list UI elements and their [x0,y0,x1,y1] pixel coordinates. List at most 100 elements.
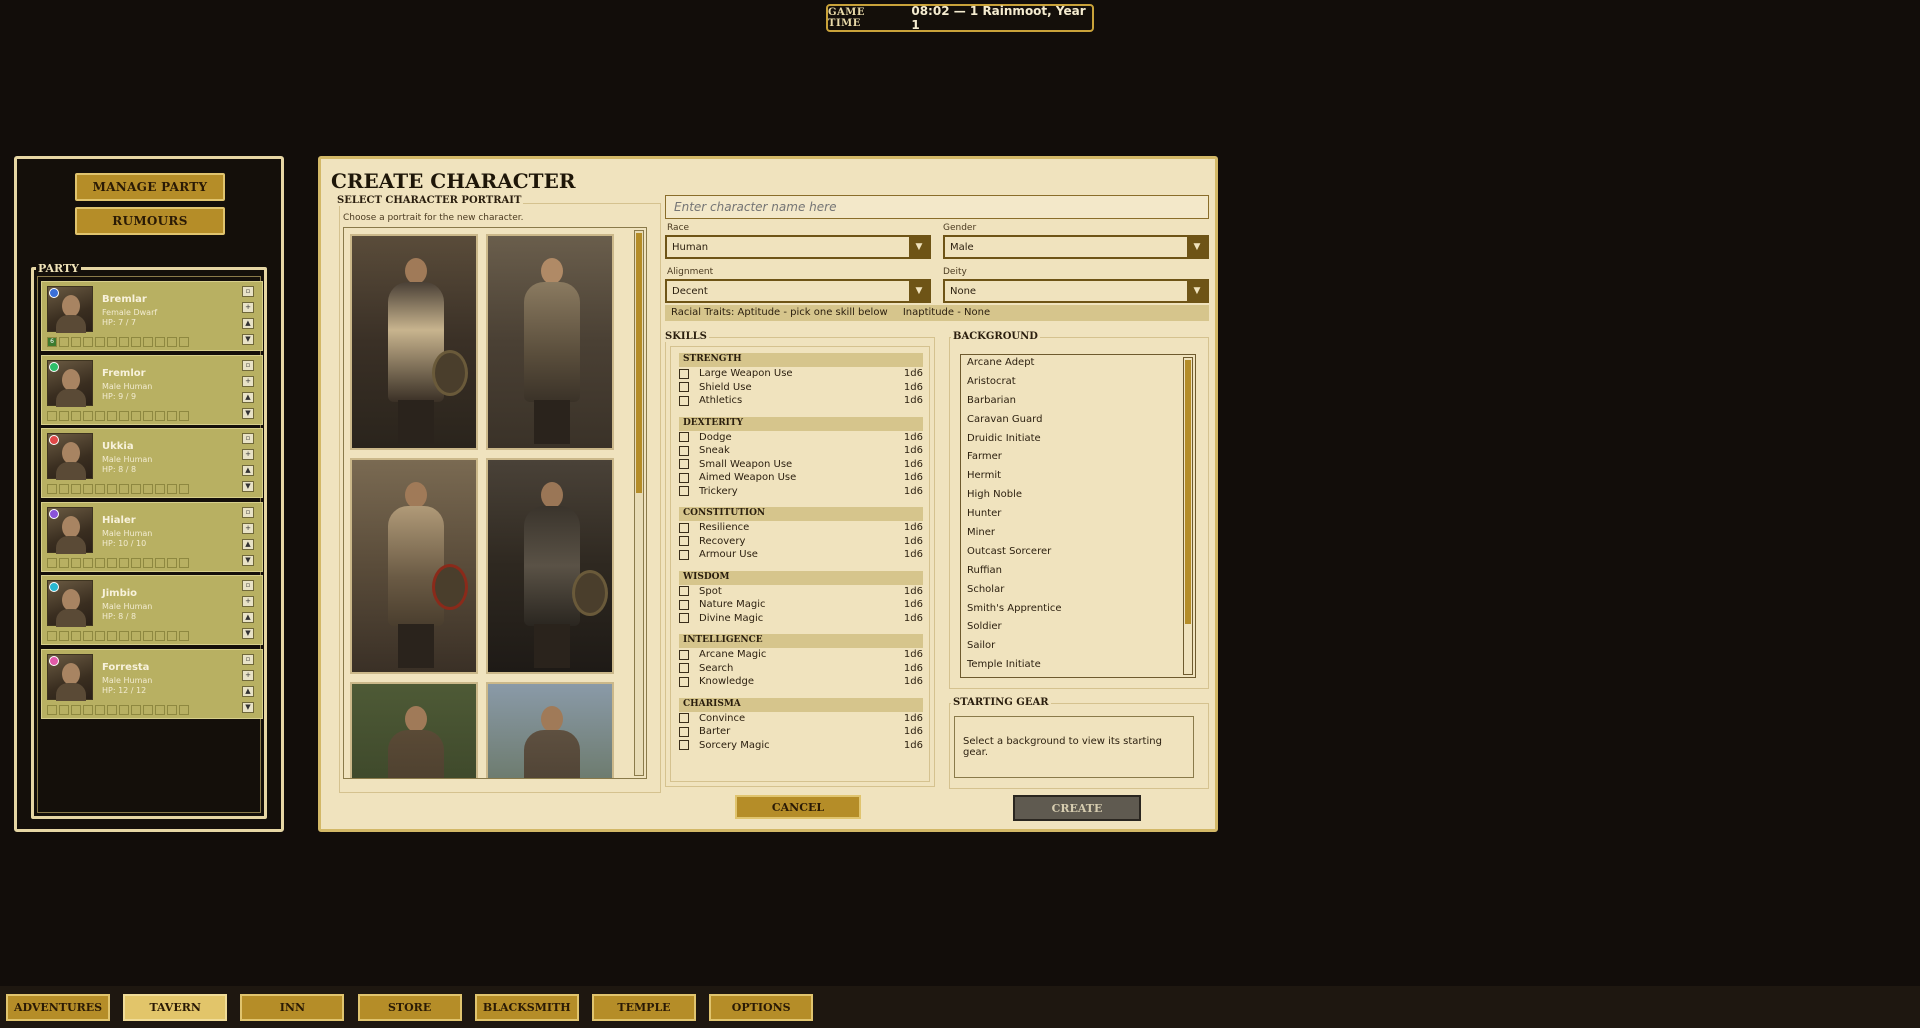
skill-row[interactable]: Divine Magic 1d6 [679,612,923,626]
inventory-slot[interactable] [155,704,165,715]
background-option[interactable]: Caravan Guard [961,412,1195,431]
inventory-slot[interactable] [107,631,117,641]
document-icon[interactable]: ▫ [242,506,254,518]
move-down-icon[interactable]: ▼ [242,481,254,492]
scrollbar-thumb[interactable] [1185,360,1191,624]
skill-row[interactable]: Athletics 1d6 [679,394,923,408]
inventory-slot[interactable] [107,337,117,347]
inventory-slot[interactable] [95,484,105,494]
deity-select[interactable]: None ▼ [943,279,1209,303]
manage-party-button[interactable]: MANAGE PARTY [75,173,225,201]
inventory-slot[interactable] [119,337,129,347]
inventory-slot[interactable] [119,557,129,568]
inventory-slot[interactable] [71,410,81,421]
portrait-option[interactable] [350,234,478,450]
background-option[interactable]: Soldier [961,619,1195,638]
nav-adventures-button[interactable]: ADVENTURES [6,994,110,1021]
document-icon[interactable]: ▫ [242,580,254,591]
skill-row[interactable]: Sorcery Magic 1d6 [679,739,923,753]
background-option[interactable]: Arcane Adept [961,355,1195,374]
document-icon[interactable]: ▫ [242,433,254,444]
inventory-slot[interactable] [155,484,165,494]
inventory-slot[interactable] [95,557,105,568]
inventory-slot[interactable] [155,631,165,641]
background-option[interactable]: Miner [961,525,1195,544]
skill-checkbox[interactable] [679,486,689,497]
skill-row[interactable]: Small Weapon Use 1d6 [679,458,923,472]
move-up-icon[interactable]: ▲ [242,318,254,329]
inventory-slot[interactable] [179,704,189,715]
inventory-slot[interactable] [179,337,189,347]
inventory-slot[interactable] [71,704,81,715]
background-option[interactable]: Hunter [961,506,1195,525]
background-option[interactable]: Aristocrat [961,374,1195,393]
skill-row[interactable]: Knowledge 1d6 [679,675,923,689]
skill-checkbox[interactable] [679,522,689,533]
inventory-slot[interactable] [107,410,117,421]
inventory-slot[interactable] [83,410,93,421]
party-member-card[interactable]: Jimbio Male Human HP: 8 / 8 ▫ + ▲ ▼ [41,575,263,645]
skill-row[interactable]: Dodge 1d6 [679,431,923,445]
party-member-card[interactable]: Ukkia Male Human HP: 8 / 8 ▫ + ▲ ▼ [41,428,263,498]
inventory-slot[interactable] [131,484,141,494]
background-option[interactable]: Sailor [961,638,1195,657]
skill-row[interactable]: Large Weapon Use 1d6 [679,367,923,381]
move-down-icon[interactable]: ▼ [242,554,254,566]
inventory-slot[interactable] [47,704,57,715]
skill-row[interactable]: Armour Use 1d6 [679,548,923,562]
move-up-icon[interactable]: ▲ [242,391,254,403]
portrait-scrollbar[interactable] [634,230,644,776]
nav-store-button[interactable]: STORE [357,994,462,1021]
skill-checkbox[interactable] [679,740,689,751]
plus-icon[interactable]: + [242,449,254,460]
inventory-slot[interactable] [167,704,177,715]
inventory-slot[interactable] [71,484,81,494]
background-option[interactable]: Outcast Sorcerer [961,544,1195,563]
inventory-slot[interactable] [119,484,129,494]
move-down-icon[interactable]: ▼ [242,628,254,639]
inventory-slot[interactable] [155,337,165,347]
plus-icon[interactable]: + [242,302,254,313]
skill-checkbox[interactable] [679,459,689,470]
skill-checkbox[interactable] [679,586,689,597]
party-member-card[interactable]: Bremlar Female Dwarf HP: 7 / 7 6 ▫ + ▲ ▼ [41,281,263,351]
move-down-icon[interactable]: ▼ [242,407,254,419]
background-option[interactable]: Druidic Initiate [961,431,1195,450]
inventory-slot[interactable] [95,337,105,347]
inventory-slot[interactable] [167,631,177,641]
skill-checkbox[interactable] [679,599,689,610]
race-select[interactable]: Human ▼ [665,235,931,259]
inventory-slot[interactable] [95,631,105,641]
inventory-slot[interactable] [179,410,189,421]
skill-row[interactable]: Sneak 1d6 [679,444,923,458]
inventory-slot[interactable] [47,410,57,421]
plus-icon[interactable]: + [242,522,254,534]
portrait-gallery[interactable] [343,227,647,779]
character-name-input[interactable] [665,195,1209,219]
background-option[interactable]: Scholar [961,582,1195,601]
skill-checkbox[interactable] [679,613,689,624]
skill-checkbox[interactable] [679,382,689,393]
inventory-slot[interactable] [143,410,153,421]
move-up-icon[interactable]: ▲ [242,612,254,623]
plus-icon[interactable]: + [242,596,254,607]
skill-row[interactable]: Shield Use 1d6 [679,381,923,395]
background-option[interactable]: Barbarian [961,393,1195,412]
inventory-slot[interactable] [155,557,165,568]
inventory-slot[interactable] [167,337,177,347]
skill-checkbox[interactable] [679,676,689,687]
background-option[interactable]: Temple Initiate [961,657,1195,676]
skill-row[interactable]: Barter 1d6 [679,725,923,739]
inventory-slot[interactable] [167,557,177,568]
skill-checkbox[interactable] [679,432,689,443]
nav-tavern-button[interactable]: TAVERN [123,994,228,1021]
inventory-slot[interactable] [143,704,153,715]
skill-checkbox[interactable] [679,713,689,724]
inventory-slot[interactable] [47,484,57,494]
skill-checkbox[interactable] [679,549,689,560]
inventory-slot[interactable] [59,704,69,715]
skill-checkbox[interactable] [679,663,689,674]
inventory-slot[interactable] [59,631,69,641]
inventory-slot[interactable] [143,337,153,347]
skill-row[interactable]: Convince 1d6 [679,712,923,726]
